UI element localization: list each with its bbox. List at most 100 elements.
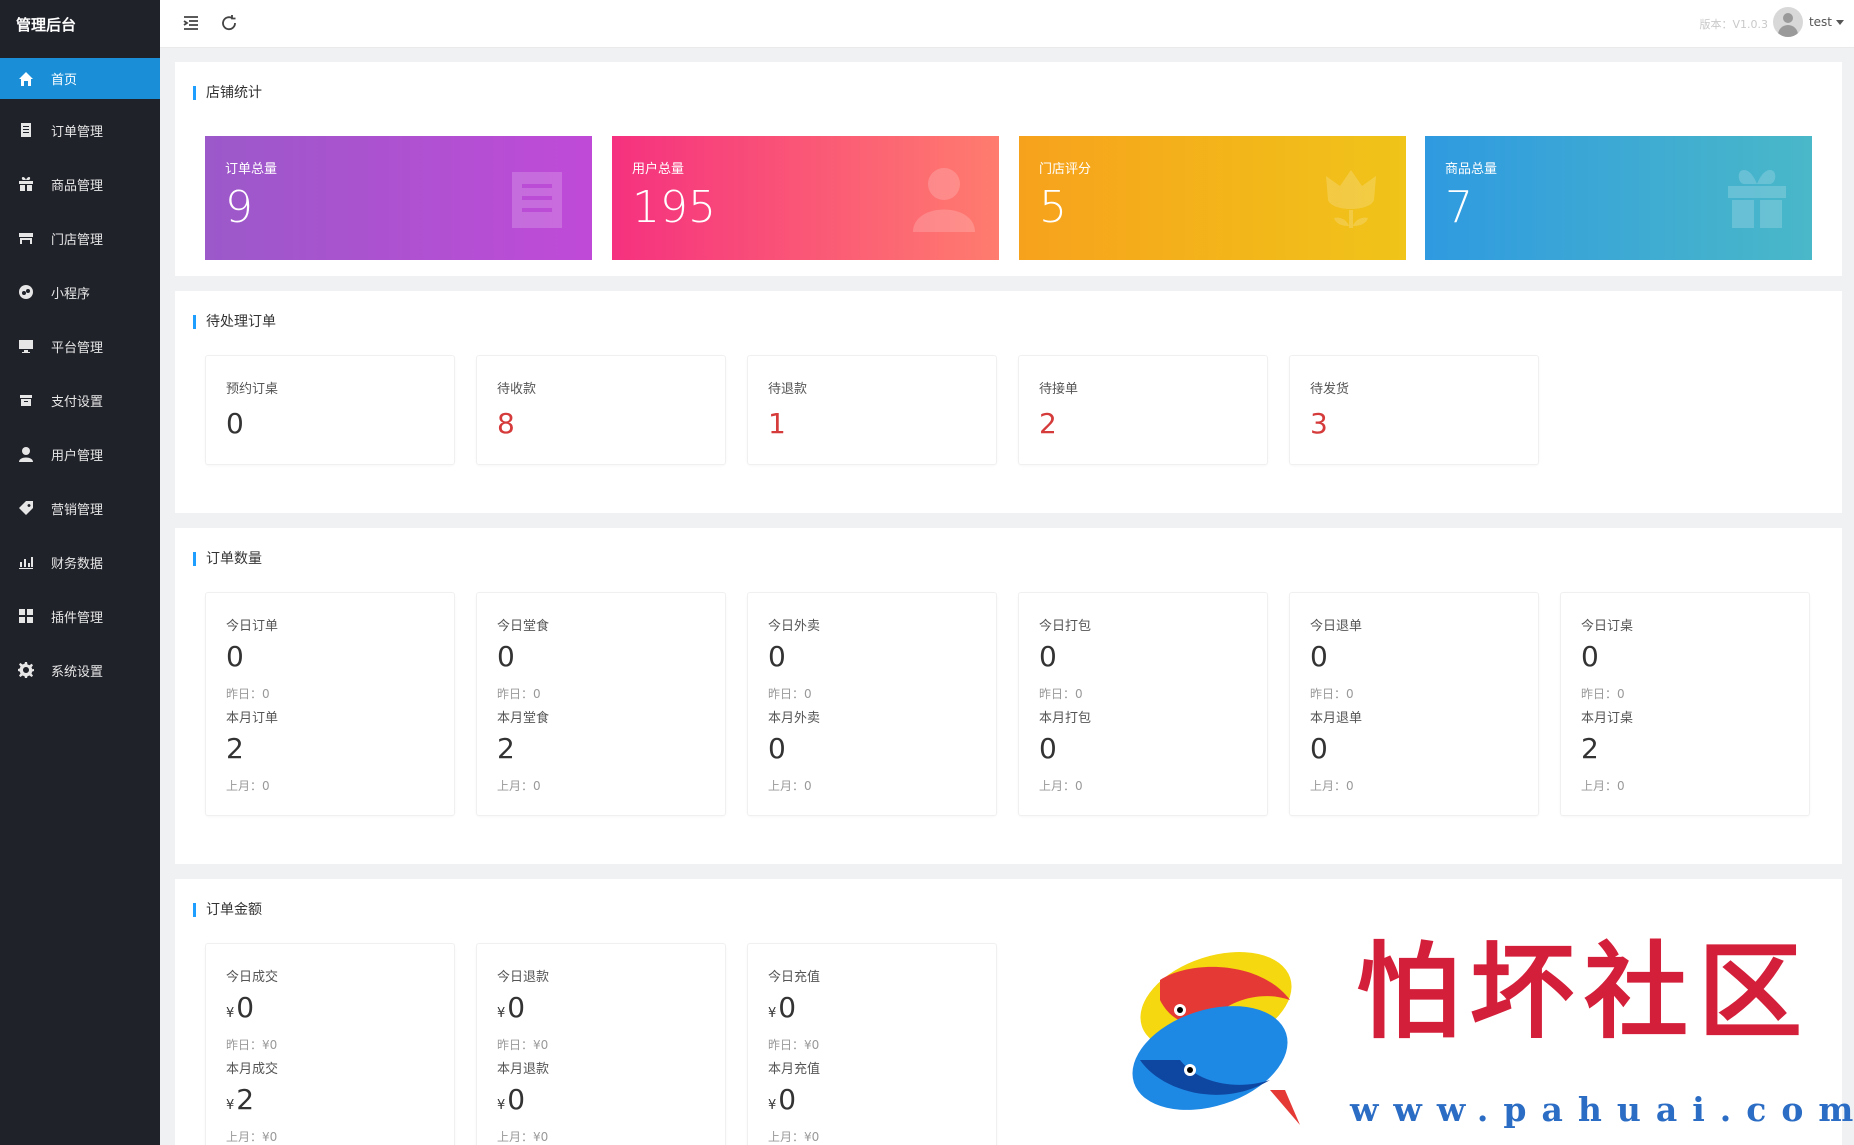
sidebar-item-plugins[interactable]: 插件管理 <box>0 589 160 643</box>
box-value: 0 <box>1039 732 1057 765</box>
box-sub: 昨日：¥0 <box>768 1038 820 1052</box>
watermark-text: 怕坏社区 <box>1356 930 1813 1053</box>
box-sub: 上月：0 <box>1039 779 1083 793</box>
amount-box-sales[interactable]: 今日成交 ¥0 昨日：¥0 本月成交 ¥2 上月：¥0 <box>205 943 455 1145</box>
sidebar-item-orders[interactable]: 订单管理 <box>0 103 160 157</box>
sidebar-item-finance[interactable]: 财务数据 <box>0 535 160 589</box>
pending-orders-panel: 待处理订单 预约订桌 0 待收款 8 待退款 1 待接单 2 待发货 3 <box>175 291 1842 513</box>
currency-symbol: ¥ <box>226 1006 235 1021</box>
box-label: 今日堂食 <box>497 619 550 634</box>
pending-box-awaiting-accept[interactable]: 待接单 2 <box>1018 355 1268 465</box>
sidebar-item-settings[interactable]: 系统设置 <box>0 643 160 697</box>
panel-title: 店铺统计 <box>193 86 262 100</box>
count-box-refund-orders[interactable]: 今日退单 0 昨日：0 本月退单 0 上月：0 <box>1289 592 1539 816</box>
store-icon <box>17 229 35 247</box>
box-sub: 昨日：0 <box>768 687 812 701</box>
sidebar-item-stores[interactable]: 门店管理 <box>0 211 160 265</box>
count-box-table-booking[interactable]: 今日订桌 0 昨日：0 本月订桌 2 上月：0 <box>1560 592 1810 816</box>
box-label: 本月充值 <box>768 1062 821 1077</box>
stat-card-orders[interactable]: 订单总量 9 <box>205 136 592 260</box>
sidebar-item-label: 订单管理 <box>51 124 104 140</box>
sidebar-item-label: 支付设置 <box>51 394 104 410</box>
count-box-orders[interactable]: 今日订单 0 昨日：0 本月订单 2 上月：0 <box>205 592 455 816</box>
count-box-delivery[interactable]: 今日外卖 0 昨日：0 本月外卖 0 上月：0 <box>747 592 997 816</box>
sidebar-item-payment[interactable]: 支付设置 <box>0 373 160 427</box>
box-label: 今日订桌 <box>1581 619 1634 634</box>
pending-box-awaiting-shipment[interactable]: 待发货 3 <box>1289 355 1539 465</box>
box-label: 今日成交 <box>226 970 279 985</box>
box-sub: 上月：0 <box>497 779 541 793</box>
user-menu[interactable]: test <box>1772 6 1844 38</box>
count-box-takeaway[interactable]: 今日打包 0 昨日：0 本月打包 0 上月：0 <box>1018 592 1268 816</box>
payment-icon <box>17 391 35 409</box>
box-label: 本月订单 <box>226 711 279 726</box>
box-label: 待接单 <box>1039 382 1079 397</box>
stat-value: 9 <box>225 182 253 233</box>
box-sub: 昨日：¥0 <box>226 1038 278 1052</box>
top-header: 版本：V1.0.3 test <box>160 0 1854 48</box>
sidebar-item-label: 平台管理 <box>51 340 104 356</box>
menu-fold-icon <box>183 16 198 30</box>
amount-box-refunds[interactable]: 今日退款 ¥0 昨日：¥0 本月退款 ¥0 上月：¥0 <box>476 943 726 1145</box>
sidebar-item-miniprogram[interactable]: 小程序 <box>0 265 160 319</box>
stat-card-users[interactable]: 用户总量 195 <box>612 136 999 260</box>
stat-card-rating[interactable]: 门店评分 5 <box>1019 136 1406 260</box>
box-sub: 上月：0 <box>768 779 812 793</box>
sidebar-item-goods[interactable]: 商品管理 <box>0 157 160 211</box>
box-sub: 昨日：0 <box>497 687 541 701</box>
box-value: 0 <box>497 640 515 673</box>
box-value: 0 <box>1581 640 1599 673</box>
brand-title: 管理后台 <box>16 16 77 34</box>
currency-symbol: ¥ <box>226 1098 235 1113</box>
box-label: 本月退单 <box>1310 711 1363 726</box>
stat-label: 门店评分 <box>1039 162 1092 177</box>
fish-logo-icon <box>1132 952 1300 1125</box>
box-sub: 昨日：0 <box>1039 687 1083 701</box>
avatar <box>1772 7 1803 37</box>
box-sub: 昨日：0 <box>1581 687 1625 701</box>
currency-symbol: ¥ <box>768 1098 777 1113</box>
sidebar-item-platform[interactable]: 平台管理 <box>0 319 160 373</box>
chart-icon <box>17 553 35 571</box>
box-sub: 上月：0 <box>1310 779 1354 793</box>
gear-icon <box>17 661 35 679</box>
sidebar-item-home[interactable]: 首页 <box>0 58 160 99</box>
clipboard-icon <box>504 166 570 232</box>
box-label: 本月成交 <box>226 1062 279 1077</box>
pending-box-reservation[interactable]: 预约订桌 0 <box>205 355 455 465</box>
box-label: 今日打包 <box>1039 619 1092 634</box>
gift-icon <box>1724 166 1790 232</box>
box-sub: 上月：¥0 <box>497 1130 549 1144</box>
box-label: 待收款 <box>497 382 537 397</box>
box-label: 今日充值 <box>768 970 821 985</box>
sidebar-item-marketing[interactable]: 营销管理 <box>0 481 160 535</box>
sidebar-nav: 首页 订单管理 商品管理 门店管理 小程序 平台管理 支付设置 用户管理 营销管… <box>0 58 160 697</box>
box-value: 3 <box>1310 407 1328 440</box>
box-value: 0 <box>226 407 244 440</box>
collapse-menu-button[interactable] <box>180 12 202 34</box>
stat-card-goods[interactable]: 商品总量 7 <box>1425 136 1812 260</box>
refresh-button[interactable] <box>218 12 240 34</box>
box-sub: 上月：¥0 <box>768 1130 820 1144</box>
sidebar-item-users[interactable]: 用户管理 <box>0 427 160 481</box>
currency-symbol: ¥ <box>497 1098 506 1113</box>
sidebar-item-label: 商品管理 <box>51 178 104 194</box>
box-sub: 上月：0 <box>1581 779 1625 793</box>
monitor-icon <box>17 337 35 355</box>
count-box-dine-in[interactable]: 今日堂食 0 昨日：0 本月堂食 2 上月：0 <box>476 592 726 816</box>
version-label: 版本：V1.0.3 <box>1699 18 1768 31</box>
amount-box-recharge[interactable]: 今日充值 ¥0 昨日：¥0 本月充值 ¥0 上月：¥0 <box>747 943 997 1145</box>
sidebar: 管理后台 首页 订单管理 商品管理 门店管理 小程序 平台管理 支付设置 用户管… <box>0 0 160 1145</box>
stat-label: 商品总量 <box>1445 162 1498 177</box>
pending-box-awaiting-refund[interactable]: 待退款 1 <box>747 355 997 465</box>
goods-icon <box>17 175 35 193</box>
box-label: 今日退单 <box>1310 619 1363 634</box>
pending-box-awaiting-payment[interactable]: 待收款 8 <box>476 355 726 465</box>
box-value: 2 <box>236 1083 255 1116</box>
box-sub: 昨日：0 <box>1310 687 1354 701</box>
watermark: 怕坏社区 www.pahuai.com <box>1120 930 1853 1140</box>
box-label: 今日退款 <box>497 970 550 985</box>
box-value: 2 <box>1039 407 1057 440</box>
box-label: 本月订桌 <box>1581 711 1634 726</box>
box-sub: 上月：¥0 <box>226 1130 278 1144</box>
